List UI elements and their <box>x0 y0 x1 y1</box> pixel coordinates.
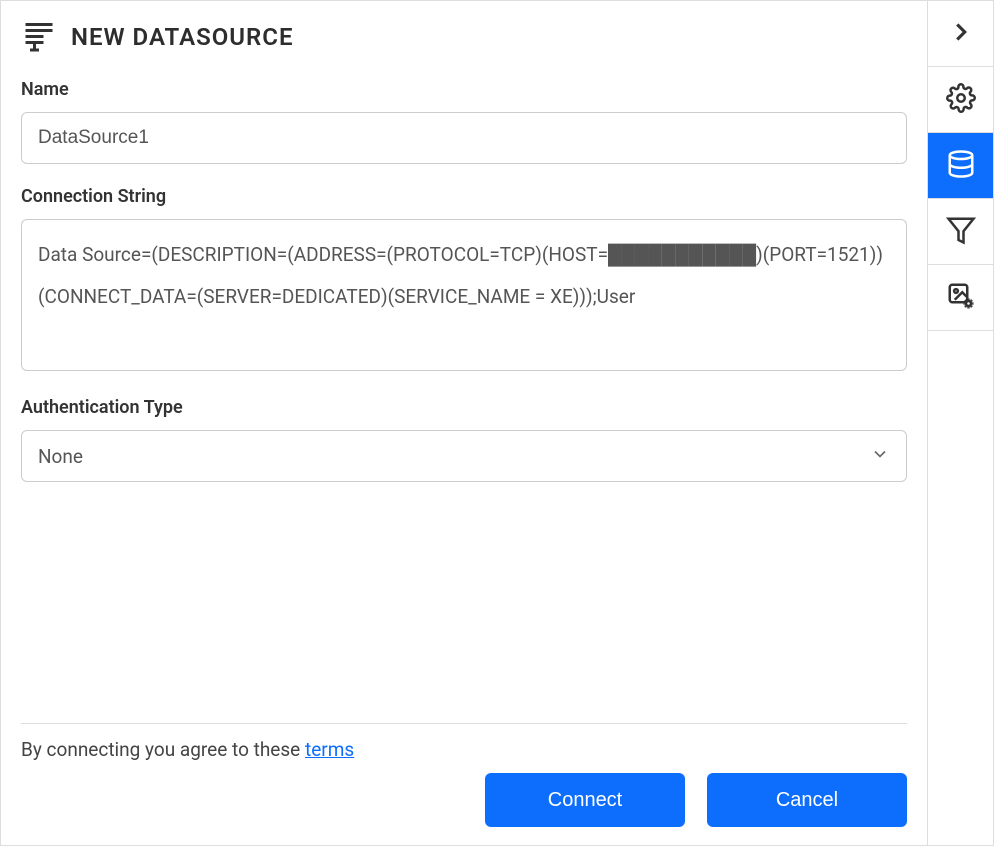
terms-text: By connecting you agree to these terms <box>21 738 907 761</box>
database-icon <box>946 149 976 183</box>
page-title: NEW DATASOURCE <box>71 23 294 51</box>
footer: By connecting you agree to these terms C… <box>21 723 907 827</box>
connection-string-field-group: Connection String Data Source=(DESCRIPTI… <box>21 186 907 375</box>
chevron-right-icon <box>946 17 976 51</box>
connection-string-input[interactable]: Data Source=(DESCRIPTION=(ADDRESS=(PROTO… <box>21 219 907 371</box>
funnel-icon <box>946 215 976 249</box>
image-settings-tab[interactable] <box>928 265 993 331</box>
terms-prefix: By connecting you agree to these <box>21 738 305 761</box>
datasource-tab[interactable] <box>928 133 993 199</box>
auth-type-value: None <box>38 445 83 468</box>
footer-buttons: Connect Cancel <box>21 773 907 827</box>
divider <box>21 723 907 724</box>
auth-type-select[interactable]: None <box>21 430 907 482</box>
cancel-button[interactable]: Cancel <box>707 773 907 827</box>
main-panel: NEW DATASOURCE Name Connection String Da… <box>0 0 928 846</box>
auth-type-label: Authentication Type <box>21 397 907 418</box>
name-field-group: Name <box>21 79 907 164</box>
chevron-down-icon <box>870 444 890 469</box>
filter-tab[interactable] <box>928 199 993 265</box>
settings-tab[interactable] <box>928 67 993 133</box>
expand-panel-button[interactable] <box>928 1 993 67</box>
header: NEW DATASOURCE <box>21 17 907 57</box>
connect-button[interactable]: Connect <box>485 773 685 827</box>
side-rail <box>928 0 994 846</box>
datasource-header-icon <box>21 17 57 57</box>
gear-icon <box>946 83 976 117</box>
name-input[interactable] <box>21 112 907 164</box>
auth-type-field-group: Authentication Type None <box>21 397 907 482</box>
image-gear-icon <box>946 281 976 315</box>
name-label: Name <box>21 79 907 100</box>
terms-link[interactable]: terms <box>305 738 354 761</box>
connection-string-label: Connection String <box>21 186 907 207</box>
